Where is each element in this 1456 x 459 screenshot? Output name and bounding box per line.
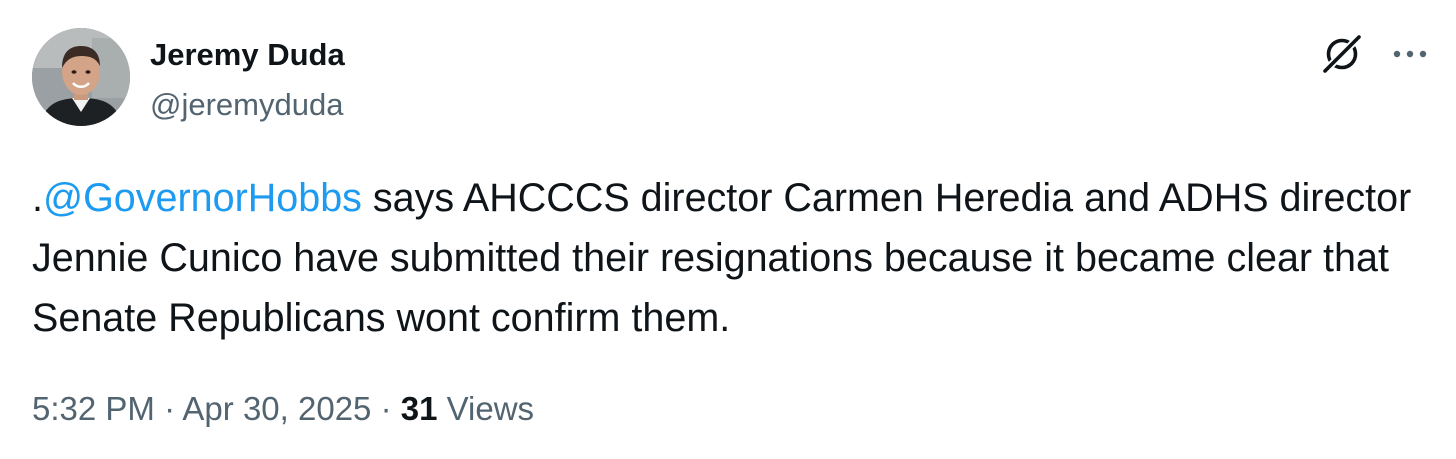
- tweet-meta: 5:32 PM · Apr 30, 2025 · 31 Views: [32, 388, 534, 430]
- tweet-prefix: .: [32, 176, 43, 220]
- author-display-name[interactable]: Jeremy Duda: [150, 36, 345, 74]
- tweet-text: .@GovernorHobbs says AHCCCS director Car…: [32, 168, 1427, 348]
- tweet-card: Jeremy Duda @jeremyduda .@GovernorHobbs …: [0, 0, 1456, 459]
- grok-icon[interactable]: [1318, 30, 1366, 78]
- views-count: 31: [400, 390, 438, 427]
- mention-link[interactable]: @GovernorHobbs: [43, 176, 362, 220]
- tweet-date[interactable]: Apr 30, 2025: [182, 390, 371, 427]
- tweet-time[interactable]: 5:32 PM: [32, 390, 155, 427]
- author-handle[interactable]: @jeremyduda: [150, 86, 345, 124]
- avatar-photo: [32, 28, 130, 126]
- author-block: Jeremy Duda @jeremyduda: [150, 36, 345, 124]
- meta-separator: ·: [154, 390, 183, 427]
- avatar[interactable]: [32, 28, 130, 126]
- meta-separator: ·: [371, 390, 401, 427]
- views-label: Views: [446, 390, 535, 427]
- more-options-icon[interactable]: [1386, 30, 1434, 78]
